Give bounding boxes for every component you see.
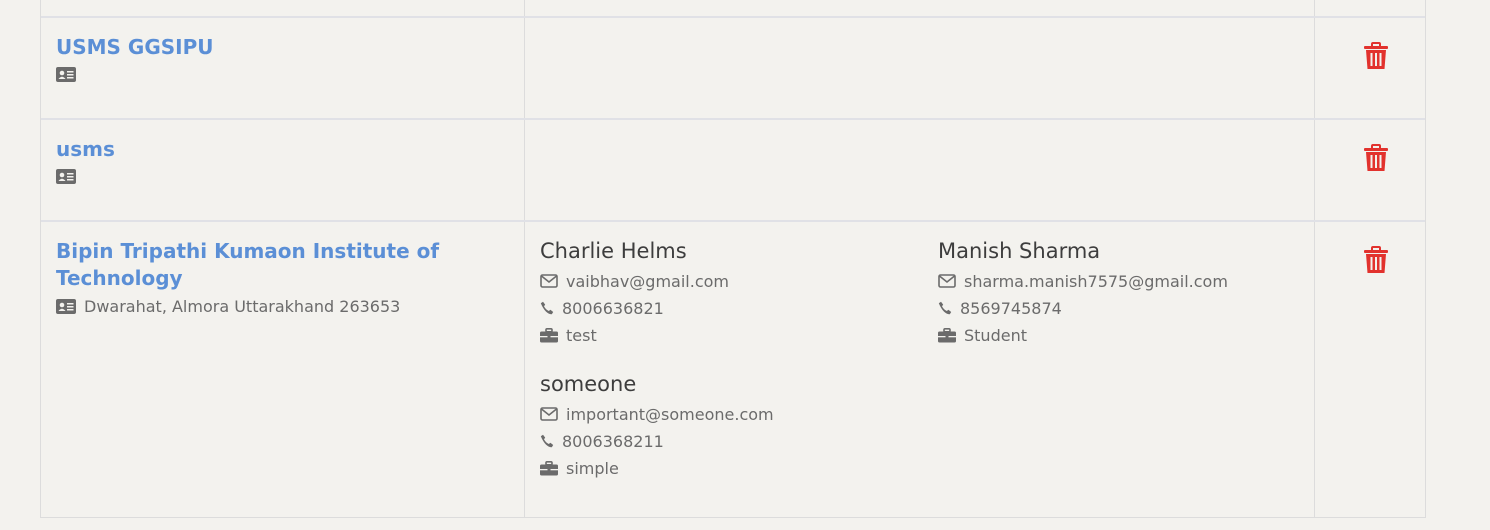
institution-name-line: Bipin Tripathi Kumaon Institute of [56, 239, 440, 263]
contact-role: simple [540, 458, 774, 478]
institution-name-link[interactable]: USMS GGSIPU [56, 34, 214, 61]
briefcase-icon [540, 327, 558, 342]
email-text: important@someone.com [566, 404, 774, 424]
row-divider [41, 16, 1425, 18]
column-divider [1314, 0, 1315, 517]
contact-phone: 8006368211 [540, 431, 774, 451]
institution-address [56, 64, 84, 84]
phone-icon [938, 301, 952, 315]
column-divider [524, 0, 525, 517]
contact-name: Manish Sharma [938, 239, 1101, 263]
institution-name-link[interactable]: Bipin Tripathi Kumaon Institute of Techn… [56, 238, 439, 292]
contact-email: vaibhav@gmail.com [540, 271, 729, 291]
contact-card: Charlie Helms vaibhav@gmail.com 80066368… [540, 238, 729, 345]
role-text: simple [566, 458, 619, 478]
email-text: sharma.manish7575@gmail.com [964, 271, 1228, 291]
institutions-table: USMS GGSIPU usms Bipin Tripathi Kumaon I… [40, 0, 1426, 518]
row-divider [41, 118, 1425, 120]
institution-address [56, 166, 84, 186]
briefcase-icon [938, 327, 956, 342]
role-text: test [566, 325, 597, 345]
contact-card: Manish Sharma sharma.manish7575@gmail.co… [938, 238, 1228, 345]
phone-text: 8569745874 [960, 298, 1062, 318]
id-card-icon [56, 66, 76, 82]
phone-text: 8006368211 [562, 431, 664, 451]
email-text: vaibhav@gmail.com [566, 271, 729, 291]
envelope-icon [938, 274, 956, 288]
phone-icon [540, 301, 554, 315]
contact-card: someone important@someone.com 8006368211… [540, 371, 774, 478]
row-divider [41, 220, 1425, 222]
institution-name-line: Technology [56, 266, 183, 290]
trash-icon[interactable] [1364, 144, 1388, 172]
trash-icon[interactable] [1364, 246, 1388, 274]
id-card-icon [56, 298, 76, 314]
contact-role: Student [938, 325, 1228, 345]
contact-role: test [540, 325, 729, 345]
trash-icon[interactable] [1364, 42, 1388, 70]
institution-address: Dwarahat, Almora Uttarakhand 263653 [56, 296, 400, 316]
phone-icon [540, 434, 554, 448]
address-text: Dwarahat, Almora Uttarakhand 263653 [84, 296, 401, 316]
phone-text: 8006636821 [562, 298, 664, 318]
institution-name-link[interactable]: usms [56, 136, 115, 163]
contact-email: important@someone.com [540, 404, 774, 424]
id-card-icon [56, 168, 76, 184]
envelope-icon [540, 407, 558, 421]
contact-name: Charlie Helms [540, 239, 687, 263]
role-text: Student [964, 325, 1027, 345]
contact-phone: 8569745874 [938, 298, 1228, 318]
contact-name: someone [540, 372, 637, 396]
contact-email: sharma.manish7575@gmail.com [938, 271, 1228, 291]
contact-phone: 8006636821 [540, 298, 729, 318]
briefcase-icon [540, 460, 558, 475]
envelope-icon [540, 274, 558, 288]
